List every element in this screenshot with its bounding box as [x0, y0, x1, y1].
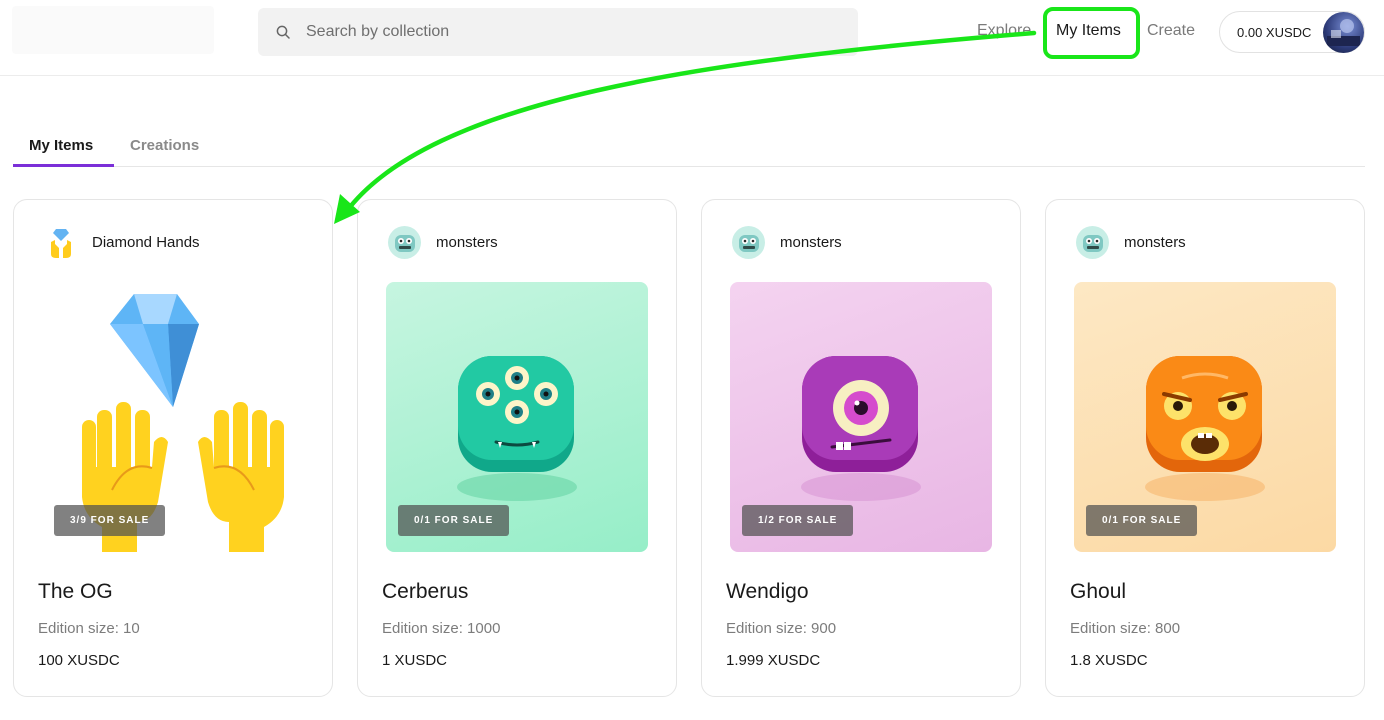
- item-price: 1 XUSDC: [382, 652, 448, 669]
- nav-explore-link[interactable]: Explore: [977, 22, 1031, 40]
- raised-hands-diamond-icon: [44, 226, 77, 259]
- item-card[interactable]: Diamond Hands 3/9 FOR SALE The OG Editio…: [13, 199, 333, 697]
- edition-size: Edition size: 1000: [382, 620, 501, 637]
- nav-create-link[interactable]: Create: [1147, 22, 1195, 40]
- item-title[interactable]: Wendigo: [726, 580, 809, 604]
- collection-name: monsters: [1124, 234, 1186, 251]
- active-tab-indicator: [13, 164, 114, 167]
- tab-bar: My Items Creations: [13, 124, 1365, 167]
- item-artwork[interactable]: 0/1 FOR SALE: [1074, 282, 1336, 552]
- search-icon: [276, 25, 290, 39]
- logo[interactable]: [12, 6, 214, 54]
- item-artwork[interactable]: 1/2 FOR SALE: [730, 282, 992, 552]
- item-title[interactable]: The OG: [38, 580, 113, 604]
- card-collection[interactable]: monsters: [732, 226, 842, 259]
- edition-size: Edition size: 10: [38, 620, 140, 637]
- tab-my-items[interactable]: My Items: [29, 137, 93, 154]
- monster-icon: [732, 226, 765, 259]
- for-sale-badge: 1/2 FOR SALE: [742, 505, 854, 536]
- avatar[interactable]: [1323, 12, 1364, 53]
- collection-name: monsters: [436, 234, 498, 251]
- annotation-highlight-box: [1043, 7, 1140, 59]
- monster-icon: [388, 226, 421, 259]
- monster-icon: [1076, 226, 1109, 259]
- wallet-balance: 0.00 XUSDC: [1237, 24, 1312, 40]
- edition-size: Edition size: 900: [726, 620, 837, 637]
- item-price: 100 XUSDC: [38, 652, 120, 669]
- card-collection[interactable]: monsters: [388, 226, 498, 259]
- for-sale-badge: 0/1 FOR SALE: [398, 505, 510, 536]
- item-card[interactable]: monsters 0/1 FOR SALE Cerberus Edition s…: [357, 199, 677, 697]
- item-price: 1.999 XUSDC: [726, 652, 821, 669]
- item-title[interactable]: Cerberus: [382, 580, 468, 604]
- collection-name: monsters: [780, 234, 842, 251]
- for-sale-badge: 3/9 FOR SALE: [54, 505, 166, 536]
- item-artwork[interactable]: 0/1 FOR SALE: [386, 282, 648, 552]
- card-collection[interactable]: monsters: [1076, 226, 1186, 259]
- item-card[interactable]: monsters 1/2 FOR SALE Wendigo Edition si…: [701, 199, 1021, 697]
- edition-size: Edition size: 800: [1070, 620, 1181, 637]
- item-price: 1.8 XUSDC: [1070, 652, 1148, 669]
- tab-creations[interactable]: Creations: [130, 137, 199, 154]
- collection-name: Diamond Hands: [92, 234, 200, 251]
- item-card[interactable]: monsters 0/1 FOR SALE Ghoul Edition size…: [1045, 199, 1365, 697]
- card-collection[interactable]: Diamond Hands: [44, 226, 200, 259]
- search-bar[interactable]: [258, 8, 858, 56]
- item-title[interactable]: Ghoul: [1070, 580, 1126, 604]
- search-input[interactable]: [306, 23, 826, 41]
- for-sale-badge: 0/1 FOR SALE: [1086, 505, 1198, 536]
- top-bar: Explore My Items Create 0.00 XUSDC: [0, 0, 1384, 76]
- item-artwork[interactable]: 3/9 FOR SALE: [42, 282, 304, 552]
